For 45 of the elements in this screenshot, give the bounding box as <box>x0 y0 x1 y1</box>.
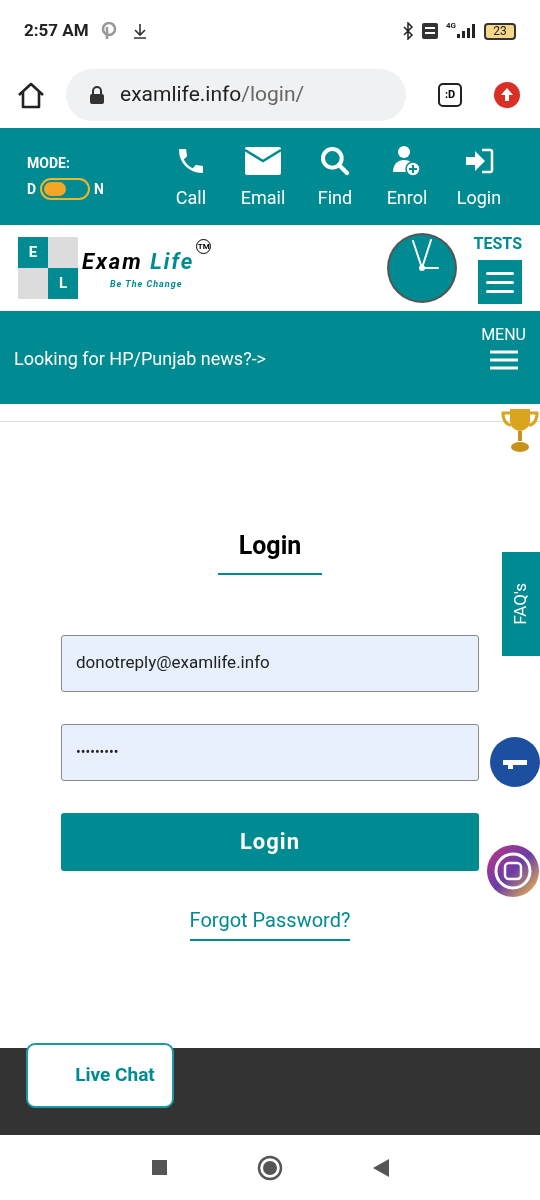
back-button[interactable] <box>372 1158 389 1177</box>
home-button[interactable] <box>256 1154 283 1181</box>
lock-icon <box>90 86 104 104</box>
forgot-password-link[interactable]: Forgot Password? <box>189 904 351 941</box>
battery-indicator: 23 <box>484 22 516 40</box>
menu-icon <box>489 349 518 371</box>
login-title: Login <box>238 530 302 562</box>
email-field[interactable]: donotreply@examlife.info <box>61 634 479 692</box>
tests-menu-button[interactable] <box>478 260 522 304</box>
envelope-icon <box>245 147 281 175</box>
add-user-icon <box>392 144 422 178</box>
header-link[interactable]: Email <box>234 142 292 211</box>
url-text: examlife.info/login/ <box>120 81 305 109</box>
live-chat-button[interactable]: Live Chat <box>26 1043 174 1108</box>
pinterest-icon <box>100 22 117 40</box>
recents-button[interactable] <box>151 1160 167 1175</box>
news-link[interactable]: Looking for HP/Punjab news?-> <box>14 345 267 372</box>
header-link[interactable]: Login <box>450 142 508 211</box>
night-label: N <box>94 179 104 199</box>
mode-toggle[interactable] <box>40 178 91 200</box>
logo[interactable]: E L Exam Life Be The Change TM <box>18 237 212 299</box>
bluetooth-icon <box>401 22 414 40</box>
sign-in-icon <box>464 148 494 174</box>
instagram-icon[interactable] <box>486 844 540 898</box>
day-label: D <box>27 179 37 199</box>
header-link[interactable]: Enrol <box>378 142 436 211</box>
signal-icon <box>456 24 476 38</box>
network-label: 4G <box>445 20 456 32</box>
mode-label: MODE: <box>27 154 71 173</box>
clock-icon <box>385 232 458 304</box>
download-icon <box>132 23 147 39</box>
menu-button[interactable]: MENU <box>481 323 526 371</box>
tests-label: TESTS <box>473 233 522 255</box>
home-icon[interactable] <box>16 81 46 109</box>
status-time: 2:57 AM <box>24 19 89 43</box>
faq-tab[interactable]: FAQ's <box>502 552 540 656</box>
password-field[interactable]: ••••••••• <box>61 723 479 781</box>
header-link[interactable]: Find <box>306 142 364 211</box>
address-bar[interactable]: examlife.info/login/ <box>66 69 406 121</box>
search-icon <box>319 145 351 177</box>
tab-count-button[interactable]: :D <box>438 83 462 107</box>
trophy-icon[interactable] <box>500 407 540 453</box>
update-icon[interactable] <box>494 82 520 108</box>
login-button[interactable]: Login <box>61 812 479 871</box>
header-link[interactable]: Call <box>162 142 220 211</box>
